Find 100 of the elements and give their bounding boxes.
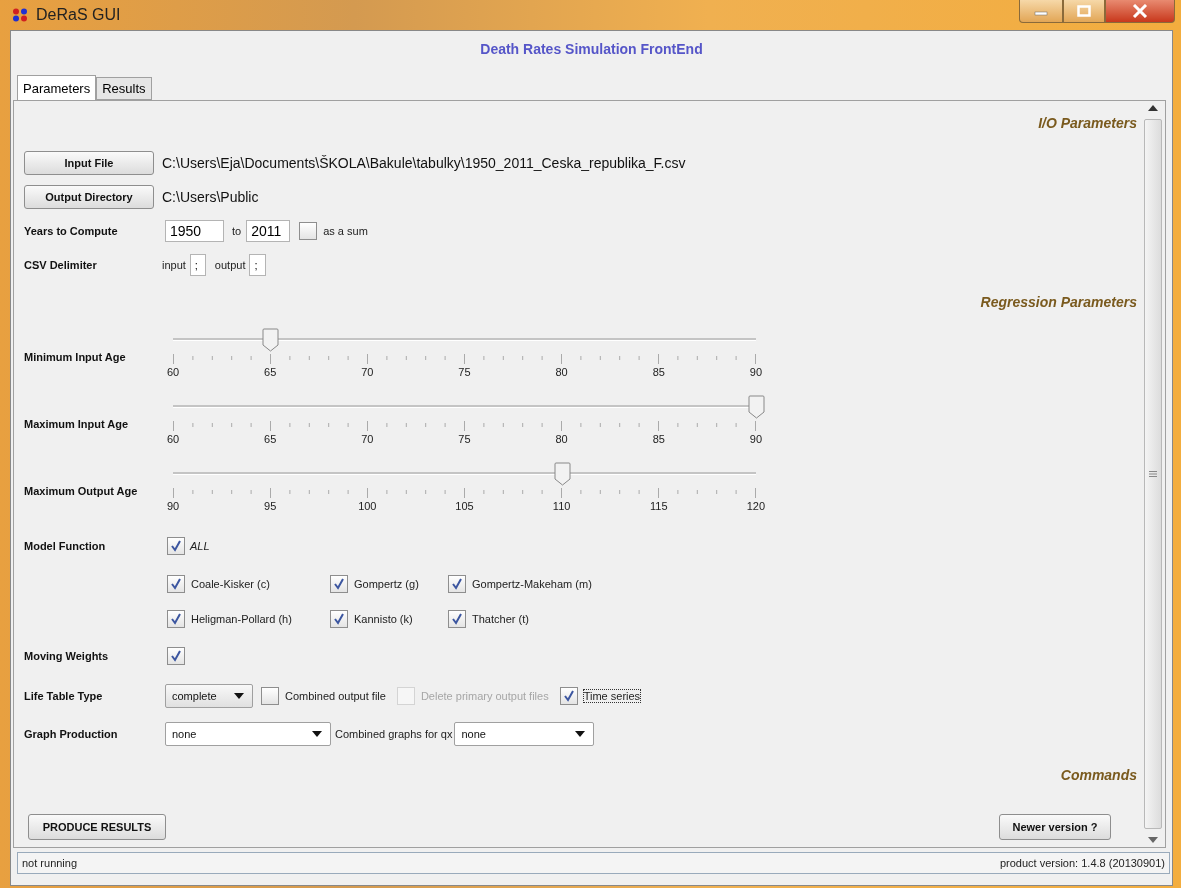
year-from-field[interactable]: 1950 — [165, 220, 224, 242]
check-icon — [333, 578, 345, 590]
scroll-up-icon[interactable] — [1148, 105, 1158, 111]
slider-label: Maximum Input Age — [24, 418, 130, 432]
slider-thumb[interactable] — [262, 328, 280, 352]
checkbox[interactable] — [330, 610, 348, 628]
tick-label: 60 — [165, 366, 181, 378]
field-label: Moving Weights — [24, 650, 110, 662]
tick-label: 80 — [554, 366, 569, 378]
grip-icon — [1149, 471, 1157, 477]
check-icon — [170, 650, 182, 662]
checkbox-label: Heligman-Pollard (h) — [191, 613, 292, 625]
status-text: not running — [22, 857, 78, 869]
field-label: Life Table Type — [24, 690, 104, 702]
tick-label: 85 — [651, 366, 666, 378]
scroll-thumb[interactable] — [1144, 119, 1162, 829]
input-file-button[interactable]: Input File — [24, 151, 154, 175]
version-text: product version: 1.4.8 (20130901) — [999, 857, 1165, 869]
checkbox[interactable] — [448, 610, 466, 628]
checkbox[interactable] — [167, 537, 185, 555]
tick-label: 70 — [360, 433, 375, 445]
close-icon — [1132, 4, 1148, 18]
tick-label: 75 — [457, 433, 472, 445]
checkbox-label: Delete primary output files — [420, 690, 549, 702]
check-icon — [170, 613, 182, 625]
checkbox-label: Thatcher (t) — [472, 613, 529, 625]
tick-label: 80 — [554, 433, 569, 445]
tab[interactable]: Parameters — [17, 75, 97, 100]
checkbox-label: ALL — [190, 540, 210, 552]
slider-label: Minimum Input Age — [24, 351, 127, 365]
to-label: to — [232, 225, 242, 237]
tick-label: 100 — [357, 500, 378, 512]
checkbox[interactable] — [559, 687, 578, 705]
caret-icon — [575, 731, 586, 737]
produce-results-button[interactable]: PRODUCE RESULTS — [28, 814, 166, 840]
checkbox-label: Coale-Kisker (c) — [191, 578, 270, 590]
scroll-down-icon[interactable] — [1148, 837, 1158, 843]
input-delimiter-field[interactable]: ; — [189, 254, 206, 276]
tick-label: 60 — [165, 433, 181, 445]
checkbox-label: Combined output file — [285, 690, 386, 702]
directory-path: C:\Users\Public — [162, 189, 259, 205]
section-heading: Regression Parameters — [980, 293, 1137, 312]
tick-label: 105 — [454, 500, 475, 512]
app-heading: Death Rates Simulation FrontEnd — [479, 40, 704, 57]
maximize-icon — [1077, 5, 1091, 17]
caret-icon — [234, 693, 244, 699]
tick-label: 70 — [360, 366, 375, 378]
output-directory-button[interactable]: Output Directory — [24, 185, 154, 209]
section-heading: I/O Parameters — [1038, 114, 1137, 133]
slider-thumb[interactable] — [748, 395, 765, 419]
window-title: DeRaS GUI — [36, 6, 121, 24]
app-logo-icon — [12, 8, 28, 22]
combined-graphs-dropdown[interactable]: none — [454, 722, 595, 746]
caret-icon — [312, 731, 322, 737]
input-delimiter-label: input — [162, 259, 186, 271]
checkbox-label: Gompertz-Makeham (m) — [472, 578, 592, 590]
check-icon — [170, 578, 182, 590]
tick-label: 110 — [551, 500, 572, 512]
field-label: Years to Compute — [24, 225, 119, 237]
checkbox[interactable] — [167, 610, 185, 628]
checkbox[interactable] — [299, 222, 318, 240]
check-icon — [170, 540, 182, 552]
check-icon — [451, 613, 463, 625]
tick-label: 115 — [649, 500, 669, 512]
check-icon — [562, 690, 575, 702]
checkbox-label: Gompertz (g) — [354, 578, 419, 590]
graph-production-dropdown[interactable]: none — [165, 722, 331, 746]
tick-label: 95 — [263, 500, 278, 512]
close-button[interactable] — [1105, 0, 1175, 23]
tick-label: 85 — [651, 433, 666, 445]
slider-label: Maximum Output Age — [24, 485, 139, 499]
output-delimiter-field[interactable]: ; — [249, 254, 267, 276]
check-icon — [333, 613, 345, 625]
check-icon — [451, 578, 463, 590]
year-to-field[interactable]: 2011 — [246, 220, 291, 242]
dropdown-label: Combined graphs for qx — [335, 728, 453, 740]
maximize-button[interactable] — [1063, 0, 1105, 23]
section-heading: Commands — [1060, 766, 1137, 785]
field-label: Graph Production — [24, 728, 119, 740]
tick-label: 75 — [457, 366, 472, 378]
file-path: C:\Users\Eja\Documents\ŠKOLA\Bakule\tabulky\1950_2011_Ceska_republika_F.csv — [162, 155, 686, 171]
checkbox[interactable] — [261, 687, 279, 705]
minimize-button[interactable] — [1019, 0, 1063, 23]
checkbox[interactable] — [330, 575, 348, 593]
checkbox[interactable] — [167, 647, 185, 665]
checkbox-label: Time series — [583, 690, 641, 702]
checkbox[interactable] — [448, 575, 466, 593]
tick-label: 90 — [748, 433, 764, 445]
tick-label: 65 — [263, 366, 278, 378]
tick-label: 65 — [263, 433, 278, 445]
tab[interactable]: Results — [96, 77, 152, 100]
checkbox[interactable] — [167, 575, 185, 593]
newer-version-button[interactable]: Newer version ? — [999, 814, 1111, 840]
checkbox-label: Kannisto (k) — [354, 613, 413, 625]
tick-label: 120 — [745, 500, 767, 512]
slider-thumb[interactable] — [553, 462, 571, 486]
field-label: Model Function — [24, 540, 107, 552]
tick-label: 90 — [748, 366, 764, 378]
checkbox-label: as a sum — [323, 225, 368, 237]
life-table-dropdown[interactable]: complete — [165, 684, 253, 708]
